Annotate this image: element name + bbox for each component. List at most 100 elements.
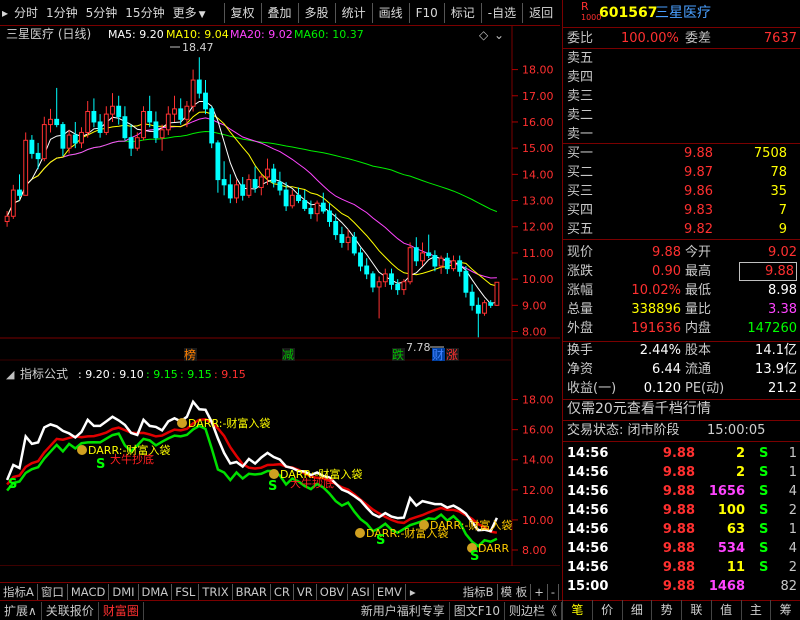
tick-volume: 2 (735, 446, 745, 461)
tab-dma[interactable]: DMA (139, 583, 173, 600)
level-volume: 7508 (753, 146, 787, 161)
back-button[interactable]: 返回 (525, 0, 557, 26)
statistics-button[interactable]: 统计 (338, 0, 370, 26)
new-user-promo-link[interactable]: 新用户福利专享 (357, 601, 450, 620)
tab-trend[interactable]: 势 (651, 600, 681, 620)
tick-time: 14:56 (567, 484, 609, 499)
tab-trix[interactable]: TRIX (199, 583, 233, 600)
period-tab-timeline[interactable]: 分时 (10, 0, 42, 26)
stat-label: 量比 (685, 302, 712, 317)
period-tab-15min[interactable]: 15分钟 (121, 0, 168, 26)
stat-value: 14.1亿 (755, 343, 797, 358)
indicator-tick-label: 18.00 (522, 394, 554, 407)
tab-template[interactable]: 模 板 (498, 583, 532, 600)
tab-macd[interactable]: MACD (68, 583, 110, 600)
tick-count: 1 (788, 522, 797, 537)
period-tab-1min[interactable]: 1分钟 (42, 0, 82, 26)
chart-toolbar: ▸ 分时 1分钟 5分钟 15分钟 更多 ▼ 复权 叠加 多股 统计 画线 F10… (0, 0, 560, 26)
multi-stock-button[interactable]: 多股 (301, 0, 333, 26)
price-tick-label: 8.00 (522, 326, 547, 339)
related-quotes-button[interactable]: 关联报价 (42, 601, 99, 620)
trade-status-label: 交易状态: 闭市阶段 (567, 423, 680, 438)
buy-level-5[interactable]: 买五 9.82 9 (563, 220, 800, 239)
tab-brar[interactable]: BRAR (233, 583, 271, 600)
tab-chips[interactable]: 筹 (770, 600, 800, 620)
quote-panel: R 1000 601567 三星医疗 委比 100.00% 委差 7637 卖五… (562, 0, 800, 600)
tab-indicator-b[interactable]: 指标B (460, 583, 498, 600)
tab-vr[interactable]: VR (294, 583, 317, 600)
tab-emv[interactable]: EMV (374, 583, 406, 600)
more-label: 更多 (172, 5, 197, 20)
period-tab-5min[interactable]: 5分钟 (82, 0, 122, 26)
tab-main-force[interactable]: 主 (740, 600, 771, 620)
level-label: 买四 (567, 203, 594, 218)
zoom-in-button[interactable]: + (531, 583, 548, 600)
diamond-icon[interactable]: ◇ (479, 28, 489, 42)
tick-price: 9.88 (662, 579, 695, 594)
tick-volume: 63 (726, 522, 745, 537)
fuquan-button[interactable]: 复权 (227, 0, 259, 26)
tab-asi[interactable]: ASI (348, 583, 374, 600)
ma-legend-item: MA20: 9.02 (230, 28, 293, 41)
tab-window[interactable]: 窗口 (38, 583, 68, 600)
stat-label: 涨跌 (567, 264, 594, 279)
tab-obv[interactable]: OBV (317, 583, 349, 600)
zoom-out-button[interactable]: - (548, 583, 559, 600)
sell-level-1[interactable]: 卖五 (563, 49, 800, 68)
indicator-tick-label: 8.00 (522, 544, 547, 557)
tick-row: 14:56 9.88 100 S 2 (563, 501, 800, 520)
weibi-row: 委比 100.00% 委差 7637 (563, 29, 800, 49)
weibi-label: 委比 (567, 31, 594, 46)
tick-count: 1 (788, 465, 797, 480)
remove-watchlist-button[interactable]: -自选 (484, 0, 520, 26)
tick-volume: 534 (717, 541, 745, 556)
stat-label: 净资 (567, 362, 594, 377)
tab-fsl[interactable]: FSL (172, 583, 200, 600)
f10-graphic-button[interactable]: 图文F10 (450, 601, 505, 620)
promo-text[interactable]: 仅需20元查看千档行情 (567, 400, 711, 419)
buy-level-4[interactable]: 买四 9.83 7 (563, 201, 800, 220)
tab-value[interactable]: 值 (710, 600, 741, 620)
tab-price[interactable]: 价 (591, 600, 622, 620)
tab-trades[interactable]: 笔 (562, 600, 592, 620)
tick-side: S (759, 522, 769, 537)
money-bag-icon (177, 418, 187, 428)
overlay-button[interactable]: 叠加 (264, 0, 296, 26)
tab-linked[interactable]: 联 (681, 600, 711, 620)
buy-level-2[interactable]: 买二 9.87 78 (563, 163, 800, 182)
promo-row[interactable]: 仅需20元查看千档行情 (563, 400, 800, 421)
tab-dmi[interactable]: DMI (109, 583, 139, 600)
price-tick-label: 9.00 (522, 299, 547, 312)
high-label: 18.47 (182, 41, 214, 54)
mark-button[interactable]: 标记 (447, 0, 479, 26)
period-tab-more[interactable]: 更多 ▼ (169, 0, 210, 26)
sell-level-5[interactable]: 卖一 (563, 125, 800, 144)
buy-level-3[interactable]: 买三 9.86 35 (563, 182, 800, 201)
tab-indicator-a[interactable]: 指标A (0, 583, 38, 600)
sell-level-3[interactable]: 卖三 (563, 87, 800, 106)
indicator-collapse-icon[interactable]: ◢ (6, 368, 15, 381)
tick-time: 14:56 (567, 465, 609, 480)
tab-detail[interactable]: 细 (621, 600, 652, 620)
tick-row: 14:56 9.88 2 S 1 (563, 463, 800, 482)
sell-level-2[interactable]: 卖四 (563, 68, 800, 87)
stat-row: 收益(一) 0.120 PE(动) 21.2 (563, 379, 800, 398)
sell-level-4[interactable]: 卖二 (563, 106, 800, 125)
stat-label: 最高 (685, 264, 712, 279)
stat-value: 9.88 (739, 262, 797, 281)
buy-level-1[interactable]: 买一 9.88 7508 (563, 144, 800, 163)
sidebar-toggle-button[interactable]: 则边栏《 (505, 601, 562, 620)
draw-line-button[interactable]: 画线 (375, 0, 407, 26)
wealth-circle-button[interactable]: 财富圈 (99, 601, 144, 620)
menu-triangle-icon[interactable]: ▸ (0, 0, 10, 26)
stat-value: 13.9亿 (755, 362, 797, 377)
stock-chart[interactable]: 三星医疗 (日线) MA5: 9.20 MA10: 9.04 MA20: 9.02 M… (0, 26, 560, 566)
expand-button[interactable]: 扩展∧ (0, 601, 42, 620)
scroll-right-icon[interactable]: ▸ (406, 584, 420, 600)
tab-cr[interactable]: CR (271, 583, 294, 600)
expand-icon[interactable]: ⌄ (494, 28, 504, 42)
tick-count: 2 (788, 503, 797, 518)
stat-row: 换手 2.44% 股本 14.1亿 (563, 341, 800, 360)
f10-button[interactable]: F10 (412, 0, 442, 26)
tick-count: 4 (788, 484, 797, 499)
